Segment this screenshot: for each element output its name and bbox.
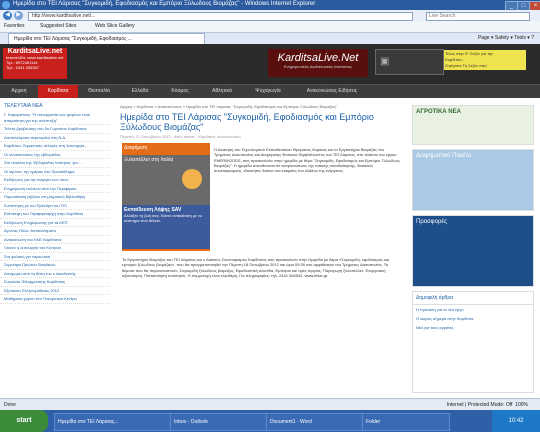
- article-paragraph-1: Η Διοίκηση του Τεχνολογικού Εκπαιδευτικο…: [214, 147, 400, 174]
- menu-item-entertainment[interactable]: Ψυχαγωγία: [244, 85, 292, 98]
- article-title: Ημερίδα στο ΤΕΙ Λάρισας "Συγκομιδή, Εφοδ…: [120, 112, 374, 132]
- stove-flame-icon: [182, 169, 202, 189]
- ad-box[interactable]: Διαφήμιση Ξυλοπέλλετ στη Ιταλία Εκπαίδευ…: [122, 143, 210, 251]
- right-banner-3[interactable]: Προσφορές: [412, 215, 534, 287]
- news-link[interactable]: Οι ανακοινώσεις της εβδομάδας: [0, 151, 110, 159]
- menu-item-home[interactable]: Αρχική: [0, 85, 38, 98]
- popular-link[interactable]: Νέα για τους αγρότες: [413, 323, 533, 332]
- article-paragraph-2: Το Εργαστήριο Βιομάζας του ΤΕΙ Λάρισας κ…: [122, 257, 390, 278]
- menu-item-sports[interactable]: Αθλητικά: [200, 85, 244, 98]
- right-banner-1[interactable]: ΑΓΡΟΤΙΚΑ ΝΕΑ: [412, 105, 534, 145]
- status-zone: Internet | Protected Mode: Off 100%: [447, 402, 528, 408]
- zoom-level[interactable]: 100%: [515, 402, 528, 408]
- latest-news-heading: ΤΕΛΕΥΤΑΙΑ ΝΕΑ: [4, 103, 43, 109]
- news-link[interactable]: Στη φυλακή για ναρκωτικά: [0, 253, 110, 261]
- site-logo-title: KarditsaLive.Net: [277, 52, 359, 64]
- forward-button[interactable]: ▶: [14, 11, 23, 20]
- menu-item-world[interactable]: Κόσμος: [160, 85, 200, 98]
- right-sidebar: ΑΓΡΟΤΙΚΑ ΝΕΑ Διαφημιστικό Πακέτο Προσφορ…: [408, 101, 540, 398]
- promo-line3: Ζητήσατε Τη Σεζόν σας!: [445, 63, 488, 68]
- menu-item-announcements[interactable]: Ανακοινώσεις Ειδήσεις: [292, 85, 372, 98]
- news-link[interactable]: Επίσκεψη του Περιφερειάρχη στην Καρδίτσα: [0, 210, 110, 219]
- zone-text: Internet | Protected Mode: Off: [446, 402, 513, 408]
- ad-banner-2[interactable]: Εκπαίδευση Λήψης SAV Αλλάξτε τη ζωή σας.…: [122, 205, 210, 249]
- news-link[interactable]: Αγώνας Πόλο: Αποτελέσματα: [0, 227, 110, 236]
- popular-link[interactable]: Η πρόταση για το νέο έργο: [413, 305, 533, 314]
- news-link[interactable]: Αποχωρεί από τη θέση του ο Διευθυντής: [0, 270, 110, 278]
- news-link[interactable]: Στα πλαίσια της 'Εβδομάδας Ισότητας' για…: [0, 159, 110, 168]
- right-banner-1-text: ΑΓΡΟΤΙΚΑ ΝΕΑ: [416, 109, 461, 115]
- task-outlook[interactable]: Inbox - Outlook: [170, 413, 268, 431]
- menu-item-karditsa[interactable]: Καρδίτσα: [38, 85, 78, 98]
- suggested-sites-link[interactable]: Suggested Sites: [40, 23, 76, 29]
- window-title-bar: Ημερίδα στο ΤΕΙ Λάρισας "Συγκομιδή, Εφοδ…: [0, 0, 540, 11]
- news-link[interactable]: Μαθήματα χορού στο Πνευματικό Κέντρο: [0, 295, 110, 304]
- tv-icon: ▣: [380, 56, 390, 67]
- task-word[interactable]: Document1 - Word: [266, 413, 364, 431]
- popular-articles: Δημοφιλή άρθρα Η πρόταση για το νέο έργο…: [412, 291, 534, 393]
- ad-photo: Ξυλοπέλλετ στη Ιταλία: [122, 155, 210, 205]
- web-slice-gallery-link[interactable]: Web Slice Gallery: [95, 23, 135, 29]
- menu-item-greece[interactable]: Ελλάδα: [120, 85, 160, 98]
- status-text: Done: [4, 402, 16, 408]
- window-title: Ημερίδα στο ΤΕΙ Λάρισας "Συγκομιδή, Εφοδ…: [13, 1, 316, 7]
- start-button[interactable]: start: [0, 410, 48, 432]
- address-input[interactable]: http://www.karditsalive.net/...: [28, 12, 413, 21]
- ad2-text: Αλλάξτε τη ζωή σας. Κάντε ανακαίνιση με …: [124, 213, 202, 223]
- small-logo-line3: Τηλ.: 2441 036367: [6, 65, 40, 70]
- site-logo-subtitle: Ενημερωτικός Διαδικτυακός Ιστότοπος: [284, 64, 352, 69]
- news-link[interactable]: Ενημέρωση πολιτών από την Περιφέρεια: [0, 185, 110, 193]
- news-link[interactable]: Καρδίτσα: Σημαντικές αλλαγές στη λειτουρ…: [0, 142, 110, 151]
- news-link[interactable]: Παρουσίαση βιβλίου στη Δημοτική Βιβλιοθή…: [0, 193, 110, 202]
- breadcrumb[interactable]: Αρχική » Καρδίτσα » Ανακοινώσεις » Ημερί…: [114, 101, 404, 112]
- photo-text: Ξυλοπέλλετ στη Ιταλία: [124, 157, 174, 163]
- taskbar: start Ημερίδα στο ΤΕΙ Λάρισας... Inbox -…: [0, 410, 540, 432]
- popular-link[interactable]: Ο καιρός σήμερα στην Καρδίτσα: [413, 314, 533, 323]
- article-meta: Πέμπτη, 11 Οκτωβρίου 2012 · Από: admin ·…: [120, 134, 242, 139]
- right-banner-2-text: Διαφημιστικό Πακέτο: [416, 153, 472, 159]
- small-logo[interactable]: KarditsaLive.net Ιστοσελίδα: www.kardits…: [3, 48, 67, 79]
- address-bar-row: ◀ ▶ http://www.karditsalive.net/... Live…: [0, 10, 540, 21]
- search-input[interactable]: Live Search: [426, 12, 530, 21]
- news-link[interactable]: Εκδήλωση για την ανεργία των νέων: [0, 176, 110, 185]
- main-menu: Αρχική Καρδίτσα Θεσσαλία Ελλάδα Κόσμος Α…: [0, 84, 540, 98]
- ie-icon: [2, 1, 10, 9]
- left-sidebar: ΤΕΛΕΥΤΑΙΑ ΝΕΑ Γ. Καραμπίνας: "Η συνεργασ…: [0, 101, 110, 398]
- news-link[interactable]: Συναυλία Φιλαρμονικής Καρδίτσας: [0, 278, 110, 287]
- task-ie[interactable]: Ημερίδα στο ΤΕΙ Λάρισας...: [54, 413, 172, 431]
- news-link[interactable]: Οι αγώνες της ημέρας στο Πρωτάθλημα: [0, 168, 110, 176]
- right-banner-2[interactable]: Διαφημιστικό Πακέτο: [412, 149, 534, 211]
- favorites-button[interactable]: Favorites: [4, 23, 25, 29]
- popular-heading: Δημοφιλή άρθρα: [413, 292, 533, 305]
- news-link[interactable]: Συνάντηση με τον Πρόεδρο του ΤΕΙ: [0, 202, 110, 210]
- news-link[interactable]: Αποτελέσματα σεμιναρίου στη Ν.Δ.: [0, 134, 110, 142]
- menu-item-thessaly[interactable]: Θεσσαλία: [78, 85, 120, 98]
- news-link[interactable]: Ανακοίνωση του ΚΚΕ Καρδίτσας: [0, 236, 110, 244]
- browser-tab[interactable]: Ημερίδα στο ΤΕΙ Λάρισας "Συγκομιδή, Εφοδ…: [8, 33, 205, 44]
- news-link[interactable]: Τελετή βράβευσης στο 5ο Γυμνάσιο Καρδίτσ…: [0, 125, 110, 134]
- favorites-bar: Favorites Suggested Sites Web Slice Gall…: [0, 21, 540, 33]
- news-link[interactable]: Σεμινάριο Πρώτων Βοηθειών: [0, 261, 110, 270]
- news-link[interactable]: Εξετάσεις Ελληνομάθειας 2012: [0, 287, 110, 295]
- command-bar[interactable]: Page ▾ Safety ▾ Tools ▾ ?: [214, 33, 540, 43]
- news-link[interactable]: Εκδήλωση Ενημέρωσης για τα ΚΕΠ: [0, 219, 110, 227]
- article: Αρχική » Καρδίτσα » Ανακοινώσεις » Ημερί…: [114, 101, 404, 398]
- tv-icon-box[interactable]: ▣: [375, 49, 444, 75]
- small-logo-title: KarditsaLive.net: [7, 48, 63, 55]
- news-link[interactable]: Γ. Καραμπίνας: "Η συνεργασία των φορέων …: [0, 111, 110, 125]
- news-link[interactable]: Ξεκινά η λειτουργία του Κέντρου: [0, 244, 110, 253]
- web-page: KarditsaLive.net Ιστοσελίδα: www.kardits…: [0, 44, 540, 398]
- site-logo[interactable]: KarditsaLive.Net Ενημερωτικός Διαδικτυακ…: [268, 49, 368, 77]
- taskbar-clock: 10:42: [492, 410, 540, 432]
- site-header: KarditsaLive.net Ιστοσελίδα: www.kardits…: [0, 44, 540, 84]
- task-folder[interactable]: Folder: [362, 413, 450, 431]
- back-button[interactable]: ◀: [3, 11, 12, 20]
- ad-caption: Διαφήμιση: [124, 145, 148, 151]
- right-banner-3-text: Προσφορές: [416, 219, 447, 225]
- promo-banner[interactable]: Τέλος στην Ε' Σεζόν για την Καρδίτσα... …: [444, 50, 526, 70]
